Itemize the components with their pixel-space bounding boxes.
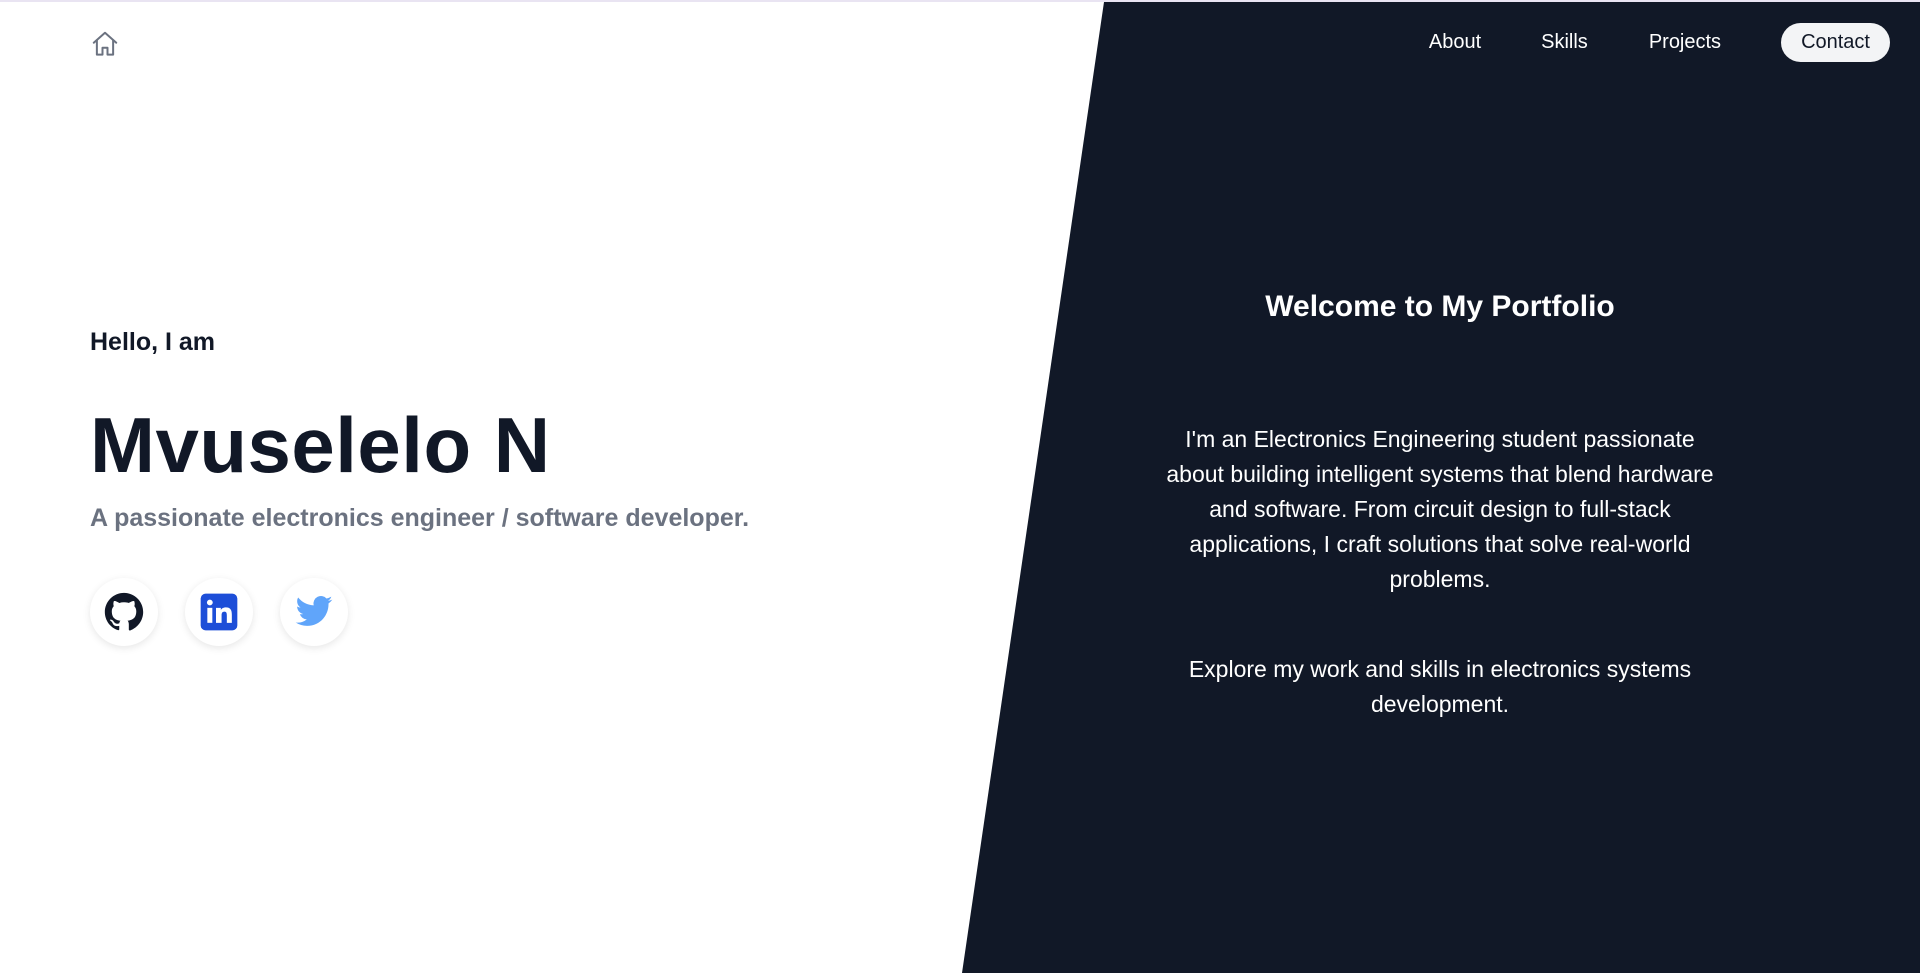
nav-projects-link[interactable]: Projects (1649, 23, 1721, 62)
social-links (90, 578, 375, 646)
welcome-title: Welcome to My Portfolio (1265, 290, 1615, 323)
linkedin-icon (200, 593, 238, 631)
twitter-link[interactable] (280, 578, 348, 646)
hero-tagline: A passionate electronics engineer / soft… (90, 504, 750, 532)
home-button[interactable] (88, 28, 122, 60)
hero-intro: Hello, I am Mvuselelo N A passionate ele… (90, 328, 749, 532)
welcome-section: Welcome to My Portfolio I'm an Electroni… (1140, 290, 1740, 717)
twitter-icon (295, 596, 333, 626)
hero-name: Mvuselelo N (90, 401, 551, 489)
portfolio-page: About Skills Projects Contact Hello, I a… (0, 0, 1920, 973)
github-link[interactable] (90, 578, 158, 646)
github-icon (104, 592, 144, 631)
nav-contact-button[interactable]: Contact (1781, 23, 1890, 62)
welcome-description: I'm an Electronics Engineering student p… (1166, 426, 1714, 592)
nav-about-link[interactable]: About (1429, 23, 1481, 62)
top-border (0, 0, 1920, 2)
home-icon (92, 31, 118, 56)
welcome-explore-text: Explore my work and skills in electronic… (1188, 656, 1692, 717)
greeting-text: Hello, I am (90, 328, 216, 356)
main-nav: About Skills Projects Contact (1429, 23, 1890, 62)
linkedin-link[interactable] (185, 578, 253, 646)
nav-skills-link[interactable]: Skills (1541, 23, 1588, 62)
